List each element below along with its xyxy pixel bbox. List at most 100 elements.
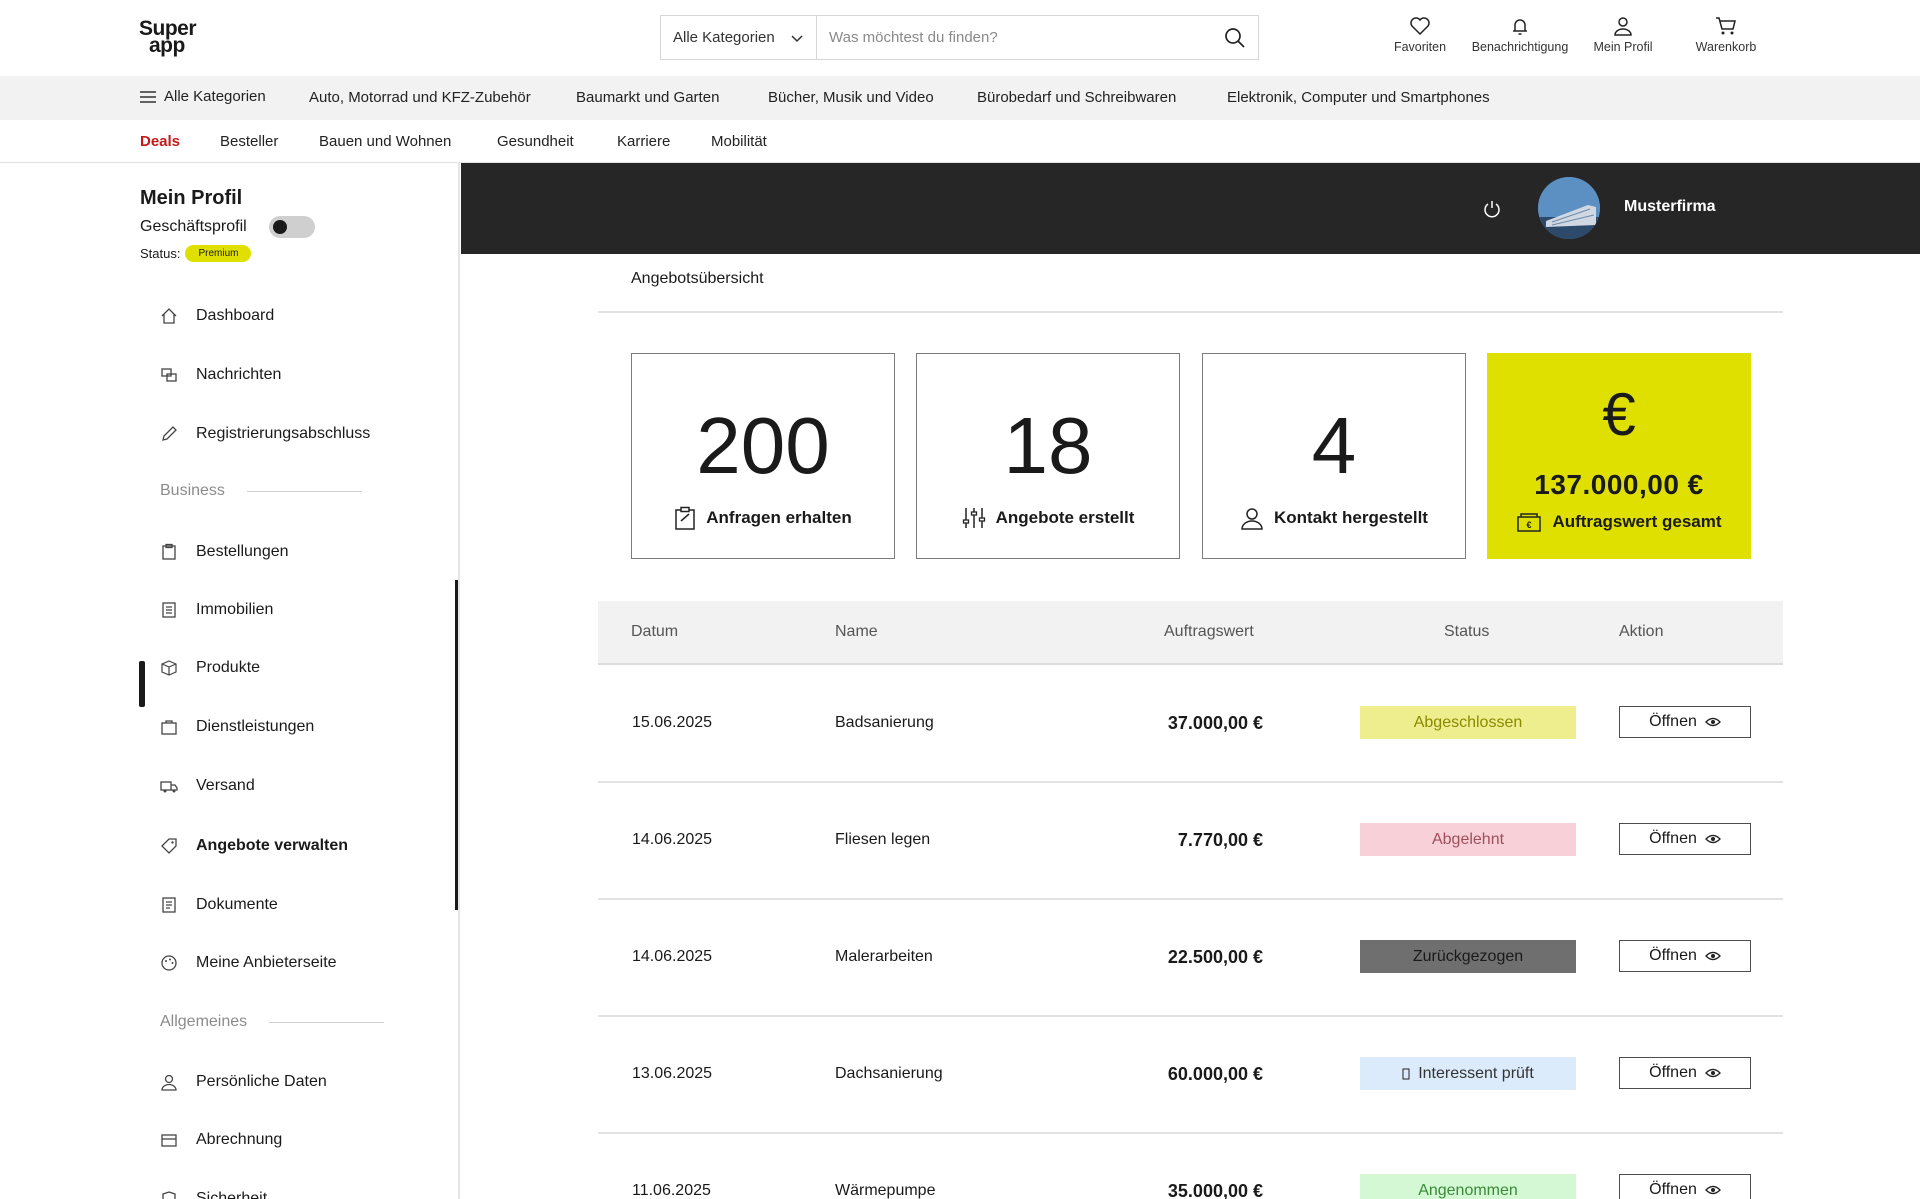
sidebar-item-label: Abrechnung (196, 1131, 283, 1148)
sidebar-item-registration[interactable]: Registrierungsabschluss (160, 422, 370, 446)
sidebar-item-shipping[interactable]: Versand (160, 774, 255, 798)
column-header-action: Aktion (1619, 623, 1664, 640)
search-category-select[interactable]: Alle Kategorien (661, 16, 817, 59)
open-button[interactable]: Öffnen (1619, 1057, 1751, 1089)
clipboard-icon (162, 543, 176, 560)
subnav-link-deals[interactable]: Deals (140, 133, 180, 150)
header-actions: Favoriten Benachrichtigung Mein Profil W… (1360, 16, 1800, 60)
sidebar-item-security[interactable]: Sicherheit (160, 1187, 267, 1199)
column-header-value[interactable]: Auftragswert (1164, 623, 1254, 641)
top-header: Super app Alle Kategorien Favoriten Bena… (0, 0, 1920, 76)
stat-label: Anfragen erhalten (706, 508, 852, 527)
open-button[interactable]: Öffnen (1619, 706, 1751, 738)
section-header-business: Business (160, 482, 362, 500)
category-link[interactable]: Baumarkt und Garten (576, 89, 719, 106)
profile-button[interactable]: Mein Profil (1563, 16, 1683, 54)
cell-name: Fliesen legen (835, 831, 931, 848)
sidebar-item-manage-offers[interactable]: Angebote verwalten (160, 834, 348, 858)
sidebar-item-documents[interactable]: Dokumente (160, 893, 278, 917)
cell-name: Malerarbeiten (835, 948, 933, 965)
billing-icon (161, 1134, 177, 1147)
sub-nav-bar: Deals Besteller Bauen und Wohnen Gesundh… (0, 120, 1920, 163)
sidebar-item-messages[interactable]: Nachrichten (160, 363, 281, 387)
search-button[interactable] (1212, 16, 1258, 59)
user-icon (161, 1074, 177, 1091)
cell-name: Wärmepumpe (835, 1182, 936, 1199)
stat-card-total-value: € 137.000,00 € € Auftragswert gesamt (1487, 353, 1751, 559)
box-icon (161, 660, 177, 676)
sidebar-item-label: Meine Anbieterseite (196, 954, 337, 971)
cell-value: 37.000,00 € (1167, 713, 1263, 733)
category-link[interactable]: Bücher, Musik und Video (768, 89, 934, 106)
sidebar-item-label: Bestellungen (196, 543, 289, 560)
notifications-button[interactable]: Benachrichtigung (1460, 16, 1580, 54)
sidebar-item-label: Versand (196, 777, 255, 794)
status-text: Abgelehnt (1431, 830, 1505, 848)
open-label: Öffnen (1649, 1064, 1697, 1081)
logout-button[interactable] (1482, 199, 1502, 219)
category-link[interactable]: Elektronik, Computer und Smartphones (1227, 89, 1490, 106)
table-row: 14.06.2025 Fliesen legen 7.770,00 € Abge… (598, 783, 1783, 900)
sidebar-scrollbar[interactable] (455, 580, 458, 910)
sidebar-title: Mein Profil (140, 187, 243, 209)
subnav-link[interactable]: Besteller (220, 133, 278, 150)
open-button[interactable]: Öffnen (1619, 940, 1751, 972)
cart-label: Warenkorb (1695, 40, 1757, 54)
subnav-link[interactable]: Mobilität (711, 133, 767, 150)
sidebar-item-label: Produkte (196, 659, 261, 676)
sidebar-item-orders[interactable]: Bestellungen (160, 540, 289, 564)
stat-label-row: Angebote erstellt (917, 506, 1179, 530)
cell-name: Badsanierung (835, 714, 934, 731)
sidebar-item-personal-data[interactable]: Persönliche Daten (160, 1070, 327, 1094)
cell-date: 15.06.2025 (632, 714, 713, 731)
company-avatar[interactable] (1538, 177, 1600, 239)
sidebar-item-label: Nachrichten (196, 366, 282, 383)
sidebar-item-billing[interactable]: Abrechnung (160, 1128, 282, 1152)
open-button[interactable]: Öffnen (1619, 1174, 1751, 1199)
eye-icon (1704, 951, 1721, 961)
sidebar-item-services[interactable]: Dienstleistungen (160, 715, 314, 739)
status-text: Angenommen (1418, 1181, 1518, 1199)
subnav-link[interactable]: Karriere (617, 133, 670, 150)
status-row: Status: Premium (140, 245, 252, 262)
cell-date: 14.06.2025 (632, 948, 713, 965)
eye-icon (1704, 834, 1721, 844)
section-divider (269, 1021, 385, 1023)
business-profile-toggle[interactable] (268, 216, 315, 238)
sidebar-item-dashboard[interactable]: Dashboard (160, 304, 274, 328)
page-subtitle: Angebotsübersicht (631, 270, 764, 287)
subnav-link[interactable]: Gesundheit (497, 133, 574, 150)
stat-value: 18 (1003, 401, 1093, 490)
cell-value: 22.500,00 € (1167, 947, 1263, 967)
svg-text:€: € (1527, 520, 1532, 530)
all-categories-button[interactable]: Alle Kategorien (140, 88, 266, 105)
stat-card-contacts: 4 Kontakt hergestellt (1202, 353, 1466, 559)
column-header-status[interactable]: Status (1444, 623, 1489, 641)
search-input[interactable] (817, 16, 1212, 59)
stat-label-row: Kontakt hergestellt (1203, 506, 1465, 530)
divider (598, 311, 1783, 313)
cart-button[interactable]: Warenkorb (1666, 16, 1786, 54)
bell-icon (1513, 19, 1527, 35)
open-label: Öffnen (1649, 1181, 1697, 1198)
category-link[interactable]: Auto, Motorrad und KFZ-Zubehör (309, 89, 531, 106)
logo[interactable]: Super app (139, 18, 197, 56)
section-label: Business (160, 482, 225, 499)
stat-label: Auftragswert gesamt (1552, 512, 1722, 531)
cell-date: 13.06.2025 (632, 1065, 713, 1082)
sidebar-item-label: Registrierungsabschluss (196, 425, 371, 442)
sidebar-item-products[interactable]: Produkte (160, 656, 260, 680)
open-button[interactable]: Öffnen (1619, 823, 1751, 855)
company-name[interactable]: Musterfirma (1624, 198, 1716, 216)
tag-icon (161, 838, 177, 854)
sidebar-item-real-estate[interactable]: Immobilien (160, 598, 273, 622)
cell-value: 7.770,00 € (1177, 830, 1263, 850)
sidebar-item-vendor-page[interactable]: Meine Anbieterseite (160, 951, 337, 975)
status-label: Status: (140, 246, 181, 261)
column-header-name[interactable]: Name (835, 623, 878, 641)
business-profile-label: Geschäftsprofil (140, 218, 247, 235)
column-header-date[interactable]: Datum (631, 623, 678, 641)
stat-value: 200 (696, 401, 830, 490)
category-link[interactable]: Bürobedarf und Schreibwaren (977, 89, 1176, 106)
subnav-link[interactable]: Bauen und Wohnen (319, 133, 451, 150)
